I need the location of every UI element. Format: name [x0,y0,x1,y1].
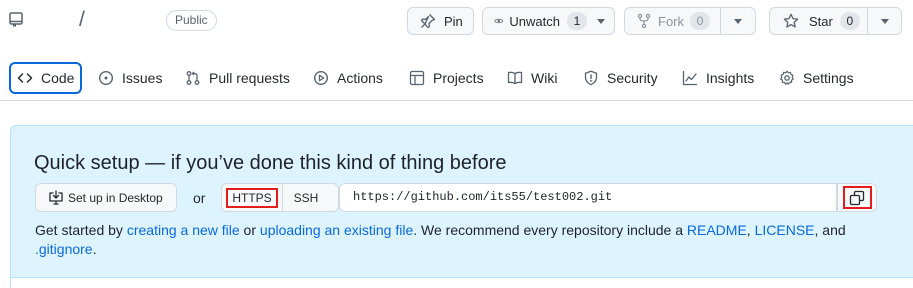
desc-text: , [746,222,755,238]
star-count: 0 [839,12,860,30]
star-icon [783,13,799,28]
repo-icon [9,12,23,27]
fork-label: Fork [658,13,684,29]
tab-projects[interactable]: Projects [409,62,484,94]
star-label: Star [809,13,833,29]
shield-icon [584,70,598,86]
copy-highlight [842,186,872,209]
eye-icon [494,18,504,24]
fork-dropdown[interactable] [720,8,755,34]
ssh-label: SSH [293,190,319,205]
pull-request-icon [186,71,200,85]
setup-next-section [11,277,913,288]
tab-projects-label: Projects [433,70,484,86]
fork-button[interactable]: Fork 0 [624,7,756,35]
tab-issues[interactable]: Issues [98,62,162,94]
desc-text: , and [814,222,846,238]
desc-text: or [239,222,260,238]
tab-insights-label: Insights [706,70,755,86]
tab-issues-label: Issues [122,70,163,86]
watch-button[interactable]: Unwatch 1 [482,7,615,35]
table-icon [409,70,425,86]
https-button[interactable]: HTTPS [222,184,283,211]
chevron-down-icon [596,18,605,24]
readme-link[interactable]: README [687,222,747,238]
gitignore-link[interactable]: .gitignore [35,241,93,257]
quick-setup-panel: Quick setup — if you’ve done this kind o… [10,125,913,288]
tab-code[interactable]: Code [9,62,83,94]
repo-nav-tabs: Code Issues Pull requests Actions Projec… [0,57,913,101]
fork-count: 0 [690,12,710,30]
ssh-button[interactable]: SSH [283,184,329,211]
tab-settings[interactable]: Settings [779,62,854,94]
visibility-badge: Public [166,10,217,31]
quick-setup-description: Get started by creating a new file or up… [35,221,855,259]
tab-security[interactable]: Security [583,62,658,94]
tab-wiki-label: Wiki [531,70,558,86]
tab-pull-requests-label: Pull requests [209,70,290,86]
fork-icon [637,13,651,29]
or-text: or [193,190,206,206]
path-separator: / [79,8,85,31]
create-new-file-link[interactable]: creating a new file [127,222,240,238]
watch-label: Unwatch [509,13,560,29]
desc-text: . We recommend every repository include … [413,222,687,238]
watch-dropdown[interactable] [587,8,614,34]
code-icon [17,73,33,83]
issue-icon [98,70,114,86]
tab-settings-label: Settings [803,70,854,86]
pin-button[interactable]: Pin [407,7,474,35]
watch-count: 1 [567,12,587,30]
tab-security-label: Security [607,70,658,86]
desc-text: Get started by [35,222,127,238]
gear-icon [780,70,794,85]
tab-pull-requests[interactable]: Pull requests [185,62,290,94]
pin-icon [420,14,436,29]
repo-name-redacted[interactable] [88,7,162,39]
graph-icon [682,70,698,86]
play-icon [313,70,329,86]
quick-setup-title: Quick setup — if you’ve done this kind o… [34,152,507,174]
repo-owner-redacted[interactable] [26,7,78,37]
tab-actions-label: Actions [337,70,383,86]
setup-in-desktop-button[interactable]: Set up in Desktop [35,183,177,212]
copy-url-button[interactable] [837,183,877,212]
desktop-download-icon [49,189,63,205]
license-link[interactable]: LICENSE [755,222,815,238]
chevron-down-icon [734,18,743,24]
clone-protocol-group: HTTPS SSH [221,183,339,212]
clone-url-input[interactable]: https://github.com/its55/test002.git [339,183,837,212]
tab-wiki[interactable]: Wiki [507,62,557,94]
tab-insights[interactable]: Insights [682,62,754,94]
chevron-down-icon [880,18,889,24]
https-label: HTTPS [226,187,278,208]
upload-existing-file-link[interactable]: uploading an existing file [260,222,413,238]
star-dropdown[interactable] [867,8,901,34]
pin-label: Pin [444,13,463,29]
book-icon [507,71,523,85]
setup-in-desktop-label: Set up in Desktop [68,190,163,205]
star-button[interactable]: Star 0 [769,7,902,35]
repo-header: / Public Pin Unwatch 1 Fork 0 Star 0 [0,0,913,42]
tab-actions[interactable]: Actions [313,62,383,94]
copy-icon [849,190,865,205]
tab-code-label: Code [41,70,75,86]
desc-text: . [92,241,97,257]
